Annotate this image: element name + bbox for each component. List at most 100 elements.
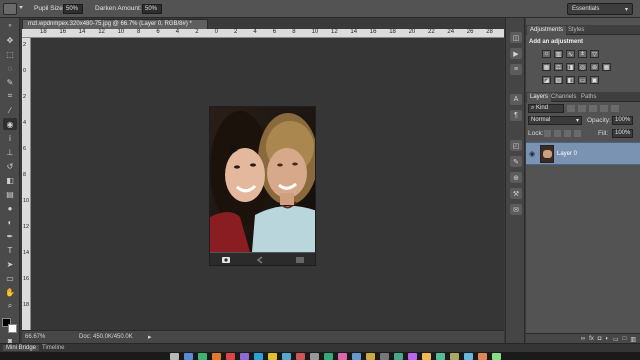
shape-tool-icon[interactable]: ▭ — [3, 272, 17, 284]
vibrance-icon[interactable]: ▽ — [590, 50, 599, 58]
gradient-map-icon[interactable]: ▭ — [578, 76, 587, 84]
selective-color-icon[interactable]: ▣ — [590, 76, 599, 84]
dock-app-icon[interactable] — [324, 353, 333, 360]
darken-amount-field[interactable]: 50% — [142, 4, 162, 14]
tab-adjustments[interactable]: Adjustments — [527, 26, 567, 35]
paragraph-panel-icon[interactable]: ¶ — [510, 110, 522, 121]
red-eye-tool-icon[interactable]: ◉ — [3, 118, 17, 130]
trash-icon[interactable]: ▥ — [630, 336, 636, 343]
dock-app-icon[interactable] — [282, 353, 291, 360]
zoom-level[interactable]: 66.67% — [25, 334, 45, 340]
dock-app-icon[interactable] — [450, 353, 459, 360]
dock-app-icon[interactable] — [268, 353, 277, 360]
filter-pixel-icon[interactable] — [567, 105, 575, 112]
clone-stamp-tool-icon[interactable]: ⊥ — [3, 146, 17, 158]
eyedropper-tool-icon[interactable]: ⁄ — [3, 104, 17, 116]
fill-field[interactable]: 100% — [612, 129, 633, 138]
history-brush-tool-icon[interactable]: ↺ — [3, 160, 17, 172]
dock-app-icon[interactable] — [478, 353, 487, 360]
layer-comps-panel-icon[interactable]: ◰ — [510, 140, 522, 151]
dock-app-icon[interactable] — [170, 353, 179, 360]
tab-mini-bridge[interactable]: Mini Bridge — [3, 345, 40, 351]
tool-presets-panel-icon[interactable]: ⚒ — [510, 188, 522, 199]
filter-shape-icon[interactable] — [600, 105, 608, 112]
brush-tool-icon[interactable]: ⅰ — [3, 132, 17, 144]
channel-mixer-icon[interactable]: ⊚ — [590, 63, 599, 71]
new-group-icon[interactable]: ▭ — [613, 336, 619, 343]
collapse-toolbox-icon[interactable]: » — [3, 20, 17, 32]
workspace-switcher[interactable]: Essentials ▾ — [567, 3, 633, 15]
type-tool-icon[interactable]: T — [3, 244, 17, 256]
document-image[interactable] — [209, 106, 316, 266]
pen-tool-icon[interactable]: ✒ — [3, 230, 17, 242]
lasso-tool-icon[interactable]: ◌ — [3, 62, 17, 74]
actions-panel-icon[interactable]: ▶ — [510, 48, 522, 59]
dock-app-icon[interactable] — [310, 353, 319, 360]
dock-app-icon[interactable] — [352, 353, 361, 360]
threshold-icon[interactable]: ◧ — [566, 76, 575, 84]
path-selection-tool-icon[interactable]: ➤ — [3, 258, 17, 270]
lock-position-icon[interactable] — [564, 130, 571, 137]
color-lookup-icon[interactable]: ▦ — [602, 63, 611, 71]
new-layer-icon[interactable]: □ — [623, 336, 627, 342]
levels-icon[interactable]: ▥ — [554, 50, 563, 58]
tab-channels[interactable]: Channels — [548, 93, 579, 102]
brightness-contrast-icon[interactable]: ☼ — [542, 50, 551, 58]
link-layers-icon[interactable]: ∞ — [581, 336, 585, 342]
character-panel-icon[interactable]: A — [510, 94, 522, 105]
dock-app-icon[interactable] — [338, 353, 347, 360]
history-panel-icon[interactable]: ◫ — [510, 32, 522, 43]
filter-adjustment-icon[interactable] — [578, 105, 586, 112]
blend-mode-select[interactable]: Normal ▾ — [528, 116, 582, 125]
add-mask-icon[interactable]: ◘ — [598, 336, 602, 342]
dock-app-icon[interactable] — [380, 353, 389, 360]
dock-app-icon[interactable] — [254, 353, 263, 360]
lock-transparent-icon[interactable] — [544, 130, 551, 137]
dock-app-icon[interactable] — [198, 353, 207, 360]
opacity-field[interactable]: 100% — [612, 116, 633, 125]
crop-tool-icon[interactable]: ⌗ — [3, 90, 17, 102]
dock-app-icon[interactable] — [226, 353, 235, 360]
filter-type-icon[interactable] — [589, 105, 597, 112]
color-balance-icon[interactable]: ⚖ — [554, 63, 563, 71]
filter-smart-object-icon[interactable] — [611, 105, 619, 112]
exposure-icon[interactable]: ± — [578, 50, 587, 58]
hue-saturation-icon[interactable]: ▦ — [542, 63, 551, 71]
black-white-icon[interactable]: ◨ — [566, 63, 575, 71]
dock-app-icon[interactable] — [408, 353, 417, 360]
properties-panel-icon[interactable]: ≡ — [510, 64, 522, 75]
dock-app-icon[interactable] — [296, 353, 305, 360]
dock-app-icon[interactable] — [492, 353, 501, 360]
gradient-tool-icon[interactable]: ▤ — [3, 188, 17, 200]
pupil-size-field[interactable]: 50% — [63, 4, 83, 14]
notes-panel-icon[interactable]: ✉ — [510, 204, 522, 215]
photo-filter-icon[interactable]: ◎ — [578, 63, 587, 71]
dodge-tool-icon[interactable]: ◐ — [3, 216, 17, 228]
eye-visibility-icon[interactable]: ◉ — [529, 150, 535, 158]
dock-app-icon[interactable] — [212, 353, 221, 360]
quick-selection-tool-icon[interactable]: ✎ — [3, 76, 17, 88]
dock-app-icon[interactable] — [240, 353, 249, 360]
posterize-icon[interactable]: ▨ — [554, 76, 563, 84]
tab-paths[interactable]: Paths — [578, 93, 599, 102]
layer-row[interactable]: ◉ Layer 0 — [526, 142, 640, 165]
document-tab[interactable]: mzl.wpdnmpex.320x480-75.jpg @ 66.7% (Lay… — [22, 19, 208, 29]
brush-panel-icon[interactable]: ✎ — [510, 156, 522, 167]
blur-tool-icon[interactable]: ● — [3, 202, 17, 214]
eraser-tool-icon[interactable]: ◧ — [3, 174, 17, 186]
invert-icon[interactable]: ◪ — [542, 76, 551, 84]
status-menu-arrow-icon[interactable]: ▸ — [148, 333, 152, 341]
clone-source-panel-icon[interactable]: ⊕ — [510, 172, 522, 183]
dock-app-icon[interactable] — [394, 353, 403, 360]
red-eye-tool-preset-icon[interactable] — [3, 3, 17, 15]
background-color-swatch[interactable] — [8, 324, 17, 333]
tab-timeline[interactable]: Timeline — [42, 345, 64, 351]
layer-name[interactable]: Layer 0 — [557, 151, 577, 157]
zoom-tool-icon[interactable]: ⌕ — [3, 300, 17, 312]
dock-app-icon[interactable] — [464, 353, 473, 360]
marquee-tool-icon[interactable]: ⬚ — [3, 48, 17, 60]
move-tool-icon[interactable]: ✥ — [3, 34, 17, 46]
dock-app-icon[interactable] — [436, 353, 445, 360]
curves-icon[interactable]: ∿ — [566, 50, 575, 58]
tool-preset-dropdown-icon[interactable] — [19, 6, 23, 10]
